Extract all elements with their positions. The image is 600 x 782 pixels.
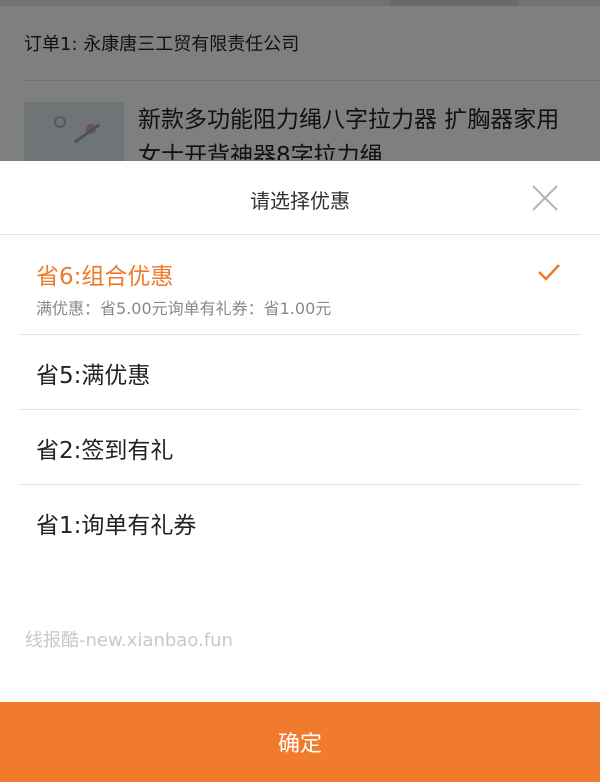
check-icon [538, 264, 560, 281]
dim-overlay[interactable] [0, 0, 600, 161]
discount-options-list: 省6:组合优惠 满优惠：省5.00元询单有礼券：省1.00元 省5:满优惠 省2… [0, 235, 600, 560]
option-label: 省1:询单有礼券 [36, 513, 197, 539]
sheet-title: 请选择优惠 [250, 189, 350, 213]
discount-option-combo[interactable]: 省6:组合优惠 满优惠：省5.00元询单有礼券：省1.00元 [19, 235, 581, 335]
close-icon [532, 185, 558, 211]
option-label: 省5:满优惠 [36, 363, 151, 389]
watermark: 线报酷-new.xianbao.fun [25, 630, 233, 651]
sheet-header: 请选择优惠 [0, 161, 600, 235]
discount-option-full-reduction[interactable]: 省5:满优惠 [19, 335, 581, 410]
option-label: 省6:组合优惠 [36, 264, 174, 290]
confirm-button[interactable]: 确定 [0, 702, 600, 782]
discount-option-inquiry-coupon[interactable]: 省1:询单有礼券 [19, 485, 581, 560]
option-detail: 满优惠：省5.00元询单有礼券：省1.00元 [36, 299, 332, 318]
close-button[interactable] [528, 181, 562, 215]
discount-option-checkin[interactable]: 省2:签到有礼 [19, 410, 581, 485]
discount-sheet: 请选择优惠 省6:组合优惠 满优惠：省5.00元询单有礼券：省1.00元 省5:… [0, 161, 600, 782]
option-label: 省2:签到有礼 [36, 438, 174, 464]
